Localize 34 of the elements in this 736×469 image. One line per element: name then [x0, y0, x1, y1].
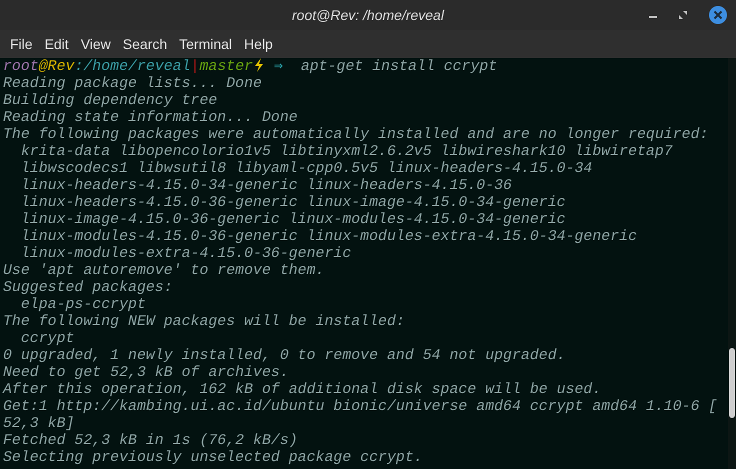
output-line: Fetched 52,3 kB in 1s (76,2 kB/s): [3, 433, 299, 450]
output-line: krita-data libopencolorio1v5 libtinyxml2.6.2v5 libwireshark10 libwiretap7: [20, 144, 674, 161]
output-line: Building dependency tree: [3, 93, 218, 110]
output-line: linux-headers-4.15.0-34-generic linux-headers-4.15.0-36: [20, 178, 513, 195]
output-line: linux-image-4.15.0-36-generic linux-modules-4.15.0-34-generic: [20, 212, 567, 229]
output-line: Get:1 http://kambing.ui.ac.id/ubuntu bionic/universe amd64 ccrypt amd64 1.10-6 [: [3, 399, 718, 416]
output-line: Need to get 52,3 kB of archives.: [3, 365, 290, 382]
menu-item[interactable]: Edit: [38, 34, 75, 54]
maximize-icon[interactable]: [678, 10, 688, 20]
output-line: The following NEW packages will be installed:: [3, 314, 406, 331]
output-line: Suggested packages:: [3, 280, 174, 297]
output-line: Reading state information... Done: [3, 110, 299, 127]
output-line: 52,3 kB]: [3, 416, 76, 433]
output-line: linux-headers-4.15.0-36-generic linux-image-4.15.0-34-generic: [20, 195, 567, 212]
output-line: Selecting previously unselected package ccrypt.: [3, 450, 424, 467]
menu-item[interactable]: Help: [238, 34, 279, 54]
scrollbar[interactable]: [728, 58, 736, 469]
window-title: root@Rev: /home/reveal: [292, 6, 444, 24]
output-line: 0 upgraded, 1 newly installed, 0 to remove and 54 not upgraded.: [3, 348, 567, 365]
output-line: ccrypt: [20, 331, 76, 348]
menu-item[interactable]: Search: [116, 34, 174, 54]
output-line: After this operation, 162 kB of additional disk space will be used.: [3, 382, 602, 399]
prompt-line: root@Rev:/home/reveal|master ⇒ apt-get install ccrypt: [3, 58, 498, 76]
output-line: Reading package lists... Done: [3, 76, 263, 93]
output-line: Use 'apt autoremove' to remove them.: [3, 263, 326, 280]
output-line: libwscodecs1 libwsutil8 libyaml-cpp0.5v5 linux-headers-4.15.0-34: [20, 161, 594, 178]
output-line: linux-modules-4.15.0-36-generic linux-modules-extra-4.15.0-34-generic: [20, 229, 638, 246]
menu-item[interactable]: View: [74, 34, 117, 54]
menu-item[interactable]: File: [4, 34, 39, 54]
output-line: linux-modules-extra-4.15.0-36-generic: [20, 246, 352, 263]
menu-item[interactable]: Terminal: [173, 34, 238, 54]
output-line: elpa-ps-ccrypt: [20, 297, 147, 314]
close-icon[interactable]: [708, 5, 728, 25]
output-line: The following packages were automatically installed and are no longer required:: [3, 127, 710, 144]
